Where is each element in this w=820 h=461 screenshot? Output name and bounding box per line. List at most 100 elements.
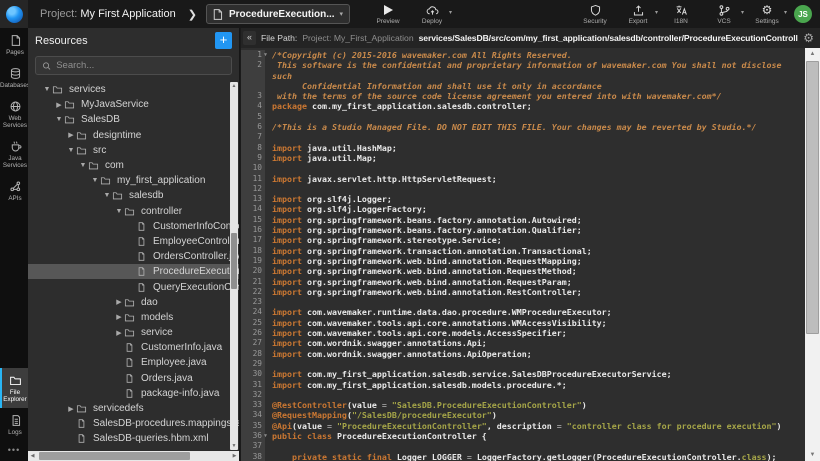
chevron-right-icon[interactable]: ▶ [66, 131, 76, 139]
line-number: 3 [241, 91, 265, 101]
scroll-right-arrow[interactable]: ▶ [230, 453, 239, 459]
code-text: import org.springframework.web.bind.anno… [265, 266, 805, 276]
scroll-up-arrow[interactable]: ▲ [805, 48, 820, 60]
chevron-down-icon[interactable]: ▼ [102, 192, 112, 199]
i18n-button[interactable]: I18N [666, 4, 696, 25]
tree-item-orders-java[interactable]: Orders.java [28, 371, 239, 386]
chevron-right-icon[interactable]: ▶ [114, 329, 124, 337]
code-text: public class ProcedureExecutionControlle… [265, 431, 805, 441]
tree-vertical-scrollbar[interactable]: ▲ ▼ [230, 82, 238, 450]
chevron-down-icon[interactable]: ▼ [114, 208, 124, 215]
tree-item-models[interactable]: ▶models [28, 310, 239, 325]
settings-button[interactable]: ⚙Settings▾ [752, 4, 782, 25]
sidebar-item-web-services[interactable]: Web Services [0, 94, 28, 134]
chevron-down-icon[interactable]: ▼ [66, 147, 76, 154]
user-avatar[interactable]: JS [794, 5, 812, 23]
scroll-left-arrow[interactable]: ◀ [28, 453, 37, 459]
code-line: 23 [241, 297, 805, 307]
tree-item-service[interactable]: ▶service [28, 325, 239, 340]
tree-item-package-info-java[interactable]: package-info.java [28, 386, 239, 401]
scroll-down-arrow[interactable]: ▼ [230, 442, 238, 450]
sidebar-item-databases[interactable]: Databases [0, 61, 28, 94]
sidebar-item-apis[interactable]: APIs [0, 174, 28, 207]
code-text: import org.slf4j.LoggerFactory; [265, 204, 805, 214]
sidebar-item-java-services[interactable]: Java Services [0, 134, 28, 174]
tree-horizontal-scrollbar[interactable]: ◀ ▶ [28, 451, 239, 461]
tree-item-servicedefs[interactable]: ▶servicedefs [28, 401, 239, 416]
tree-item-designtime[interactable]: ▶designtime [28, 128, 239, 143]
tree-item-salesdb-procedures-mappings-json[interactable]: SalesDB-procedures.mappings.json [28, 416, 239, 431]
vcs-button[interactable]: VCS▾ [709, 4, 739, 25]
sidebar-item-file-explorer[interactable]: File Explorer [0, 368, 28, 408]
security-button[interactable]: Security [580, 4, 610, 25]
folder-icon [64, 99, 77, 110]
tree-item-myjavaservice[interactable]: ▶MyJavaService [28, 97, 239, 112]
code-line: 1▼/*Copyright (c) 2015-2016 wavemaker.co… [241, 50, 805, 60]
open-file-dropdown[interactable]: ProcedureExecution... ▾ [206, 4, 350, 24]
scrollbar-thumb[interactable] [39, 452, 190, 460]
tree-item-procedureexecutioncontroller-java[interactable]: ProcedureExecutionController.java [28, 264, 239, 279]
sidebar-item-logs[interactable]: Logs [0, 408, 28, 441]
editor-settings-gear-icon[interactable]: ⚙ [803, 31, 814, 45]
tree-item-src[interactable]: ▼src [28, 143, 239, 158]
search-box[interactable] [35, 56, 232, 75]
tree-item-salesdb[interactable]: ▼ salesdb [28, 188, 239, 203]
tree-item-label: salesdb [129, 190, 163, 201]
top-bar: Project: My First Application ❯ Procedur… [0, 0, 820, 28]
code-editor[interactable]: 1▼/*Copyright (c) 2015-2016 wavemaker.co… [241, 48, 820, 461]
code-text: with the terms of the source code licens… [265, 91, 805, 101]
logs-icon [9, 414, 22, 427]
preview-button[interactable]: Preview [373, 4, 403, 25]
sidebar-more-button[interactable]: ••• [0, 441, 28, 461]
scroll-up-arrow[interactable]: ▲ [230, 82, 238, 90]
chevron-right-icon[interactable]: ▶ [66, 405, 76, 413]
scrollbar-thumb[interactable] [231, 233, 237, 289]
sidebar-item-pages[interactable]: Pages [0, 28, 28, 61]
tree-item-customerinfocontroller-java[interactable]: CustomerInfoController.java [28, 219, 239, 234]
wavemaker-logo[interactable] [0, 0, 28, 28]
chevron-right-icon[interactable]: ▶ [54, 101, 64, 109]
add-resource-button[interactable]: + [215, 32, 232, 49]
line-number: 19 [241, 256, 265, 266]
tree-item-my-first-application[interactable]: ▼my_first_application [28, 173, 239, 188]
tree-item-queryexecutioncontroller-java[interactable]: QueryExecutionController.java [28, 279, 239, 294]
tree-item-employeecontroller-java[interactable]: EmployeeController.java [28, 234, 239, 249]
export-button[interactable]: Export▾ [623, 4, 653, 25]
tree-item-services[interactable]: ▼services [28, 82, 239, 97]
fold-marker-icon[interactable]: ▼ [264, 431, 267, 441]
chevron-down-icon[interactable]: ▼ [54, 116, 64, 123]
tree-item-com[interactable]: ▼com [28, 158, 239, 173]
search-input[interactable] [56, 60, 225, 71]
tree-item-controller[interactable]: ▼ controller [28, 204, 239, 219]
chevron-right-icon[interactable]: ▶ [114, 298, 124, 306]
tree-item-orderscontroller-java[interactable]: OrdersController.java [28, 249, 239, 264]
scrollbar-thumb[interactable] [806, 61, 819, 334]
tree-item-label: OrdersController.java [153, 251, 239, 262]
chevron-down-icon[interactable]: ▼ [90, 177, 100, 184]
tree-item-label: Orders.java [141, 373, 193, 384]
tree-item-label: package-info.java [141, 388, 219, 399]
tree-item-dao[interactable]: ▶dao [28, 295, 239, 310]
tree-item-salesdb[interactable]: ▼SalesDB [28, 112, 239, 127]
collapse-panel-button[interactable]: « [243, 31, 256, 45]
chevron-down-icon[interactable]: ▼ [78, 162, 88, 169]
tree-item-label: controller [141, 206, 182, 217]
scrollbar-track[interactable] [37, 451, 230, 461]
tree-item-employee-java[interactable]: Employee.java [28, 355, 239, 370]
line-number: 35 [241, 421, 265, 431]
chevron-down-icon[interactable]: ▼ [42, 86, 52, 93]
file-tree: ▼services▶MyJavaService▼SalesDB▶designti… [28, 80, 239, 461]
code-line: 20import org.springframework.web.bind.an… [241, 266, 805, 276]
tree-item-salesdb-queries-hbm-xml[interactable]: SalesDB-queries.hbm.xml [28, 431, 239, 446]
code-text [265, 184, 805, 194]
code-line: 14import org.slf4j.LoggerFactory; [241, 204, 805, 214]
scroll-down-arrow[interactable]: ▼ [805, 449, 820, 461]
deploy-button[interactable]: Deploy ▾ [417, 4, 447, 25]
fold-marker-icon[interactable]: ▼ [264, 50, 267, 60]
chevron-right-icon[interactable]: ▶ [114, 313, 124, 321]
code-line: 10 [241, 163, 805, 173]
tree-item-customerinfo-java[interactable]: CustomerInfo.java [28, 340, 239, 355]
editor-vertical-scrollbar[interactable]: ▲ ▼ [805, 48, 820, 461]
line-number: 28 [241, 349, 265, 359]
vcs-label: VCS [717, 18, 730, 25]
